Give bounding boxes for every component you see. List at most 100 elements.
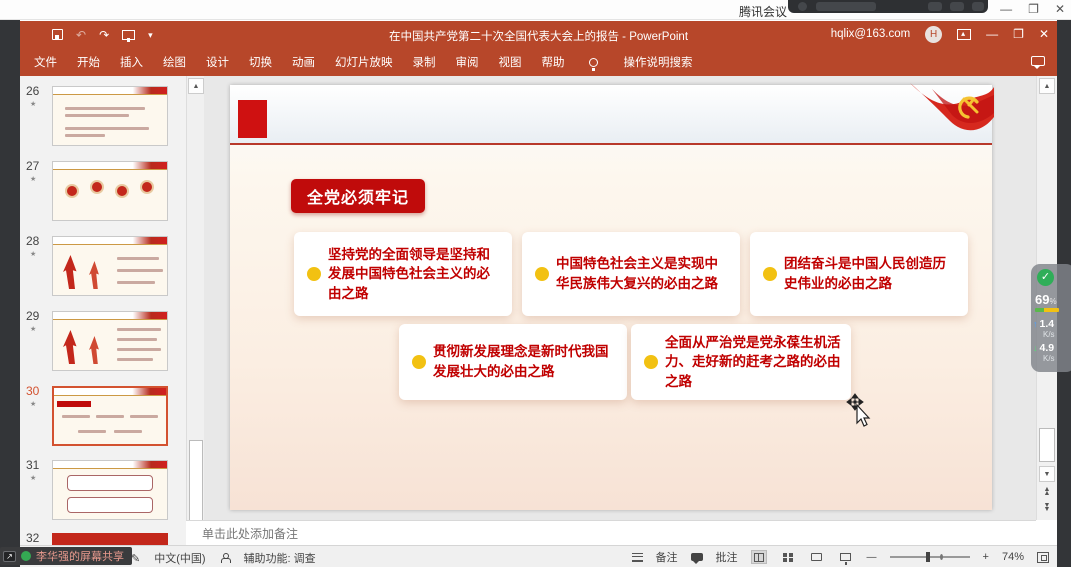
thumbnail-item-29[interactable]: 29 ★ <box>24 309 184 375</box>
point-box-5[interactable]: 全面从严治党是党永葆生机活力、走好新的赶考之路的必由之路 <box>631 324 851 400</box>
zoom-slider[interactable] <box>890 556 970 558</box>
account-email[interactable]: hqlix@163.com <box>831 28 910 40</box>
tab-slideshow[interactable]: 幻灯片放映 <box>335 54 393 70</box>
slide-sorter-icon <box>783 553 793 562</box>
tab-view[interactable]: 视图 <box>499 54 522 70</box>
point-box-4[interactable]: 贯彻新发展理念是新时代我国发展壮大的必由之路 <box>399 324 627 400</box>
zoom-in-button[interactable]: + <box>983 551 989 563</box>
bullet-icon <box>412 355 426 369</box>
reading-view-button[interactable] <box>809 550 825 564</box>
thumbnail-sketch <box>53 461 167 469</box>
slide-thumbnail[interactable] <box>52 236 168 296</box>
point-box-1[interactable]: 坚持党的全面领导是坚持和发展中国特色社会主义的必由之路 <box>294 232 512 316</box>
thumbnail-sketch <box>117 281 155 284</box>
slide-thumbnail[interactable] <box>52 86 168 146</box>
tab-design[interactable]: 设计 <box>206 54 229 70</box>
scroll-up-icon[interactable]: ▲ <box>188 78 204 94</box>
notes-pane[interactable]: 单击此处添加备注 <box>186 520 1036 545</box>
ribbon-tab-bar: 文件 开始 插入 绘图 设计 切换 动画 幻灯片放映 录制 审阅 视图 帮助 操… <box>20 48 1057 76</box>
thumbnail-sketch <box>63 330 93 364</box>
thumbnail-sketch <box>130 415 158 418</box>
thumbnail-item-27[interactable]: 27 ★ <box>24 159 184 225</box>
account-avatar[interactable]: H <box>925 26 942 43</box>
fit-slide-to-window-icon[interactable] <box>1037 552 1049 563</box>
zoom-out-button[interactable]: — <box>867 552 877 563</box>
slideshow-view-button[interactable] <box>838 550 854 564</box>
comments-toggle-label[interactable]: 批注 <box>716 549 738 565</box>
spell-check-icon[interactable]: ✎ <box>131 552 140 565</box>
tab-file[interactable]: 文件 <box>34 54 57 70</box>
animation-star-icon: ★ <box>30 250 36 258</box>
scrollbar-thumb[interactable] <box>1039 428 1055 462</box>
download-arrow-icon: ↓ <box>1033 343 1038 353</box>
scroll-up-icon[interactable]: ▲ <box>1039 78 1055 94</box>
os-restore-button[interactable]: ❐ <box>1028 2 1039 16</box>
thumbnail-item-31[interactable]: 31 ★ <box>24 458 184 524</box>
thumbnail-sketch <box>63 255 93 289</box>
slide-number: 29 <box>26 309 46 323</box>
ppt-restore-button[interactable]: ❐ <box>1013 27 1024 41</box>
scroll-down-icon[interactable]: ▼ <box>1039 466 1055 482</box>
meeting-floating-toolbar[interactable] <box>788 0 988 13</box>
undo-icon[interactable]: ↶ <box>76 29 86 41</box>
zoom-slider-thumb[interactable] <box>926 552 930 562</box>
ppt-minimize-button[interactable]: — <box>986 27 998 41</box>
notes-toggle-icon[interactable] <box>632 553 643 562</box>
ribbon-display-options-icon[interactable] <box>957 29 971 40</box>
scrollbar-thumb[interactable] <box>189 440 203 522</box>
quick-access-toolbar: ↶ ↷ ▾ <box>52 27 153 42</box>
tell-me-search[interactable]: 操作说明搜索 <box>624 54 693 70</box>
point-box-3[interactable]: 团结奋斗是中国人民创造历史伟业的必由之路 <box>750 232 968 316</box>
language-status[interactable]: 中文(中国) <box>154 550 205 566</box>
comments-icon[interactable] <box>1031 56 1045 66</box>
tab-transitions[interactable]: 切换 <box>249 54 272 70</box>
comments-toggle-icon[interactable] <box>691 553 703 561</box>
thumbnail-item-30[interactable]: 30 ★ <box>24 384 184 450</box>
previous-slide-button[interactable]: ▲ ▲ <box>1041 488 1053 496</box>
tab-review[interactable]: 审阅 <box>456 54 479 70</box>
meeting-toolbar-button <box>928 2 942 11</box>
slide-30[interactable]: 全党必须牢记 坚持党的全面领导是坚持和发展中国特色社会主义的必由之路 中国特色社… <box>230 85 992 510</box>
slide-thumbnail-selected[interactable] <box>52 386 168 446</box>
slide-thumbnail[interactable] <box>52 460 168 520</box>
slide-thumbnail[interactable] <box>52 161 168 221</box>
slide-number: 26 <box>26 84 46 98</box>
tab-animations[interactable]: 动画 <box>292 54 315 70</box>
thumbnail-item-26[interactable]: 26 ★ <box>24 84 184 150</box>
ppt-close-button[interactable]: ✕ <box>1039 27 1049 41</box>
slide-title-badge[interactable]: 全党必须牢记 <box>291 179 425 213</box>
os-close-button[interactable]: ✕ <box>1055 2 1065 16</box>
thumbnail-item-32[interactable]: 32 <box>24 531 184 545</box>
normal-view-button[interactable] <box>751 550 767 564</box>
thumbnail-scrollbar[interactable]: ▲ ▼ <box>186 76 204 545</box>
zoom-slider-tick <box>940 554 943 560</box>
thumbnail-sketch <box>114 430 142 433</box>
slide-thumbnail[interactable] <box>52 311 168 371</box>
tab-help[interactable]: 帮助 <box>542 54 565 70</box>
double-down-icon: ▼ <box>1044 506 1051 513</box>
slide-thumbnail[interactable] <box>52 533 168 545</box>
percent-sign: % <box>1049 297 1056 306</box>
qat-dropdown-icon[interactable]: ▾ <box>148 29 153 41</box>
point-text: 坚持党的全面领导是坚持和发展中国特色社会主义的必由之路 <box>328 245 512 304</box>
tab-home[interactable]: 开始 <box>77 54 100 70</box>
notes-toggle-label[interactable]: 备注 <box>656 549 678 565</box>
next-slide-button[interactable]: ▼ ▼ <box>1041 504 1053 512</box>
save-icon[interactable] <box>52 29 63 40</box>
tab-draw[interactable]: 绘图 <box>163 54 186 70</box>
tab-record[interactable]: 录制 <box>413 54 436 70</box>
double-up-icon: ▲ <box>1044 490 1051 497</box>
thumbnail-item-28[interactable]: 28 ★ <box>24 234 184 300</box>
thumbnail-sketch <box>117 328 161 331</box>
animation-star-icon: ★ <box>30 400 36 408</box>
screen-share-indicator[interactable]: ↗ 李华强的屏幕共享 <box>0 547 132 565</box>
os-minimize-button[interactable]: — <box>1000 2 1012 16</box>
accessibility-status[interactable]: 辅助功能: 调查 <box>244 550 316 566</box>
redo-icon[interactable]: ↷ <box>99 29 109 41</box>
start-slideshow-icon[interactable] <box>122 30 135 40</box>
point-box-2[interactable]: 中国特色社会主义是实现中华民族伟大复兴的必由之路 <box>522 232 740 316</box>
slide-sorter-view-button[interactable] <box>780 550 796 564</box>
tab-insert[interactable]: 插入 <box>120 54 143 70</box>
zoom-level[interactable]: 74% <box>1002 551 1024 563</box>
thumbnail-sketch <box>89 261 111 289</box>
